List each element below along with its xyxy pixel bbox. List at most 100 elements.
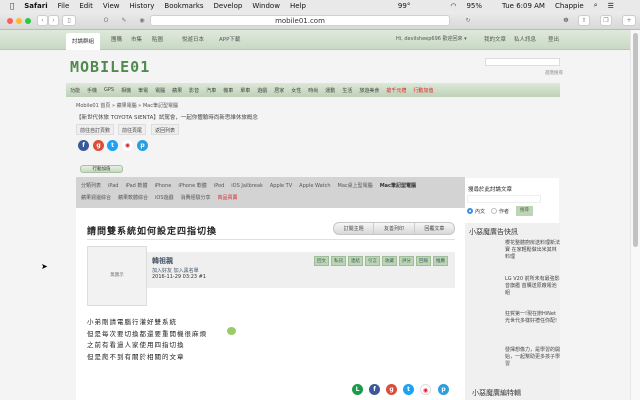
- radio-author-label[interactable]: 作者: [499, 208, 509, 215]
- subcat-item[interactable]: iPad: [108, 180, 118, 192]
- goto-bottom-button[interactable]: 前往頁尾: [118, 124, 147, 135]
- category-promo[interactable]: 搶千元禮: [386, 87, 406, 94]
- report-button[interactable]: 回報: [416, 256, 431, 266]
- subcat-item[interactable]: iOS Jailbreak: [231, 180, 263, 192]
- menu-edit[interactable]: Edit: [79, 2, 93, 10]
- site-search-input[interactable]: [485, 58, 560, 66]
- weibo-share-icon[interactable]: ◉: [420, 384, 431, 395]
- tab-forums[interactable]: 討論群組: [66, 33, 101, 50]
- facebook-share-icon[interactable]: f: [369, 384, 380, 395]
- subcat-item[interactable]: iPhone 軟體: [178, 180, 206, 192]
- ghostery-icon[interactable]: ◉: [136, 15, 148, 26]
- menu-safari[interactable]: Safari: [24, 2, 47, 10]
- pm-button[interactable]: 私訊: [331, 256, 346, 266]
- ad-text-link[interactable]: 【新世代休旅 TOYOTA SIENTA】試駕會，一起你體驗時尚新思維休旅概念: [76, 113, 258, 121]
- subscribe-button[interactable]: 訂閱主題: [334, 223, 375, 234]
- tab-stickers[interactable]: 貼圖: [152, 35, 163, 43]
- ad-item[interactable]: 櫻花整體廚房送料理新法寶 在家輕鬆做出米其林料理: [505, 240, 560, 261]
- tab-app-download[interactable]: APP下載: [219, 35, 240, 43]
- category-item[interactable]: 相機: [121, 87, 131, 94]
- tab-market[interactable]: 市集: [131, 35, 142, 43]
- user-name[interactable]: Chappie: [555, 2, 584, 10]
- opera-extension-icon[interactable]: O: [100, 15, 112, 26]
- category-promo[interactable]: 行動加值: [413, 87, 433, 94]
- rate-button[interactable]: 評分: [399, 256, 414, 266]
- tab-japan[interactable]: 悅遊日本: [182, 35, 204, 43]
- my-posts-link[interactable]: 我的文章: [484, 35, 506, 43]
- category-item[interactable]: 單車: [240, 87, 250, 94]
- wifi-icon[interactable]: ◠: [450, 2, 456, 10]
- apple-icon[interactable]: : [10, 2, 14, 10]
- subcat-item[interactable]: 商品買賣: [218, 192, 238, 204]
- scrollbar-thumb[interactable]: [633, 33, 638, 247]
- line-icon[interactable]: L: [352, 384, 363, 395]
- subcat-item[interactable]: 消費經驗分享: [181, 192, 211, 204]
- breadcrumb[interactable]: Mobile01 首頁 » 蘋果電腦 » Mac筆記型電腦: [76, 102, 178, 109]
- subcat-item[interactable]: iPhone: [154, 180, 171, 192]
- google-plus-icon[interactable]: g: [93, 140, 104, 151]
- category-item[interactable]: 汽車: [206, 87, 216, 94]
- category-item[interactable]: 手機: [87, 87, 97, 94]
- subcat-item-active[interactable]: Mac筆記型電腦: [380, 180, 416, 192]
- tabs-icon[interactable]: ❐: [600, 15, 612, 26]
- recommend-button[interactable]: 推薦: [433, 256, 448, 266]
- reader-icon[interactable]: ↻: [462, 15, 474, 26]
- category-item[interactable]: 影音: [189, 87, 199, 94]
- weibo-icon[interactable]: ◉: [122, 140, 133, 151]
- menu-help[interactable]: Help: [290, 2, 306, 10]
- category-item[interactable]: 筆電: [138, 87, 148, 94]
- twitter-icon[interactable]: t: [107, 140, 118, 151]
- print-button[interactable]: 友善列印: [374, 223, 415, 234]
- link-button[interactable]: 連結: [348, 256, 363, 266]
- minimize-window-button[interactable]: [16, 18, 22, 24]
- back-to-list-button[interactable]: 返回列表: [151, 124, 180, 135]
- reply-button[interactable]: 回覆文章: [415, 223, 454, 234]
- subcat-item[interactable]: iPod: [214, 180, 224, 192]
- subcat-item[interactable]: iPad 軟體: [125, 180, 147, 192]
- menu-develop[interactable]: Develop: [214, 2, 243, 10]
- notification-icon[interactable]: ☰: [608, 2, 614, 10]
- category-item[interactable]: 生活: [342, 87, 352, 94]
- tab-group-buy[interactable]: 團購: [111, 35, 122, 43]
- bookmark-button[interactable]: 收藏: [382, 256, 397, 266]
- author-name[interactable]: 韓祖親: [152, 256, 173, 266]
- google-plus-share-icon[interactable]: g: [386, 384, 397, 395]
- address-bar[interactable]: mobile01.com: [150, 15, 450, 26]
- category-item[interactable]: GPS: [104, 87, 114, 93]
- advanced-search-link[interactable]: 進階搜尋: [545, 70, 563, 76]
- new-tab-button[interactable]: +: [622, 15, 636, 26]
- radio-content-label[interactable]: 內文: [475, 208, 485, 215]
- category-item[interactable]: 電腦: [155, 87, 165, 94]
- menu-window[interactable]: Window: [252, 2, 280, 10]
- thread-search-input[interactable]: [467, 195, 541, 203]
- user-menu[interactable]: Hi, devilsheep696 歡迎回來 ▾: [396, 35, 467, 42]
- category-item[interactable]: 居家: [274, 87, 284, 94]
- extension-badge-icon[interactable]: ❶: [560, 15, 572, 26]
- thread-search-button[interactable]: 搜尋: [516, 206, 533, 216]
- category-item[interactable]: 遊戲: [257, 87, 267, 94]
- avatar[interactable]: 無圖示: [87, 246, 147, 306]
- back-button[interactable]: ‹: [37, 15, 48, 26]
- radio-content[interactable]: [467, 208, 473, 214]
- menu-file[interactable]: File: [58, 2, 70, 10]
- category-item[interactable]: 女性: [291, 87, 301, 94]
- messages-link[interactable]: 私人訊息: [514, 35, 536, 43]
- subcat-item[interactable]: iOS遊戲: [155, 192, 174, 204]
- quote-button[interactable]: 引言: [365, 256, 380, 266]
- menu-view[interactable]: View: [103, 2, 120, 10]
- friend-blacklist-links[interactable]: 加入好友 加入黑名單: [152, 267, 199, 274]
- close-window-button[interactable]: [7, 18, 13, 24]
- menu-history[interactable]: History: [130, 2, 155, 10]
- category-item[interactable]: 旅遊美食: [359, 87, 379, 94]
- ad-item[interactable]: 狂賀第一!現在辦HiNet光世代多樣好禮任你配!: [505, 311, 560, 325]
- subcat-item[interactable]: 蘋果軟體綜合: [118, 192, 148, 204]
- subcat-item[interactable]: 蘋果週邊綜合: [81, 192, 111, 204]
- twitter-share-icon[interactable]: t: [403, 384, 414, 395]
- plurk-share-icon[interactable]: p: [438, 384, 449, 395]
- subcat-item[interactable]: Apple TV: [270, 180, 292, 192]
- spotlight-icon[interactable]: ⌕: [594, 1, 598, 10]
- facebook-icon[interactable]: f: [78, 140, 89, 151]
- mobile-topup-button[interactable]: 行動加值: [80, 165, 123, 173]
- radio-author[interactable]: [491, 208, 497, 214]
- ad-item[interactable]: LG V20 前所未有最強影音旗艦 首購送原廠電池組: [505, 276, 560, 297]
